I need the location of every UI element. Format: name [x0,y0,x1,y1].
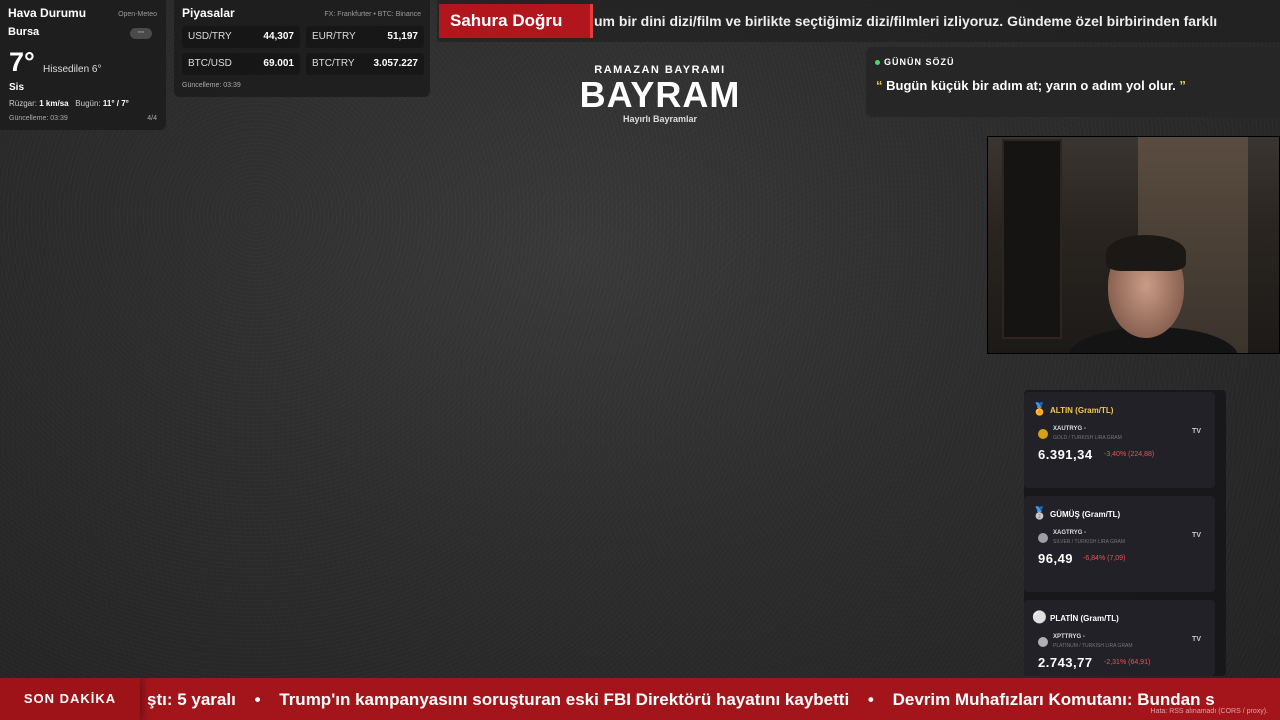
metal-change: -2,31% (64,91) [1104,659,1151,666]
quote-text-line: “ Bugün küçük bir adım at; yarın o adım … [876,78,1186,93]
webcam-person-hair [1106,235,1186,271]
breaking-news-ticker: SON DAKİKA ştı: 5 yaralı • Trump'ın kamp… [0,678,1280,720]
news-item: Devrim Muhafızları Komutanı: Bundan s [892,690,1215,709]
metal-label: GÜMÜŞ (Gram/TL) [1050,510,1121,519]
wind-value: 1 km/sa [39,99,69,108]
bullet-separator-icon: • [254,690,261,709]
market-value: 69.001 [263,58,294,69]
close-quote-icon: ” [1179,78,1186,93]
weather-condition: Sis [9,82,25,93]
weather-temperature: 7° [9,47,35,77]
webcam-feed [987,136,1280,354]
live-dot-icon [875,60,880,66]
today-value: 11° / 7° [102,99,129,108]
top-ticker-badge: Sahura Doğru [439,4,593,38]
quote-heading-text: GÜNÜN SÖZÜ [884,57,955,67]
rss-error-message: Hata: RSS alınamadı (CORS / proxy). [1150,708,1268,715]
metal-price: 96,49 [1038,551,1074,566]
metal-symbol: XAGTRYG ▫ [1053,530,1087,536]
open-quote-icon: “ [876,78,883,93]
gold-medal-icon: 🏅 [1032,402,1047,416]
metals-panel: 🏅 ALTIN (Gram/TL) XAUTRYG ▫ GOLD / TURKI… [1024,390,1226,676]
markets-updated: Güncelleme: 03:39 [182,82,241,89]
metal-change: -6,84% (7,09) [1083,555,1126,562]
metal-card-silver: 🥈 GÜMÜŞ (Gram/TL) XAGTRYG ▫ SILVER / TUR… [1024,496,1215,592]
quote-heading: GÜNÜN SÖZÜ [875,57,955,67]
market-value: 51,197 [387,31,418,42]
metal-symbol: XPTTRYG ▫ [1053,634,1085,640]
news-item: ştı: 5 yaralı [147,690,236,709]
tradingview-logo-icon[interactable]: TV [1192,532,1201,539]
markets-source: FX: Frankfurter • BTC: Binance [324,11,421,18]
silver-medal-icon: 🥈 [1032,506,1047,520]
center-title: RAMAZAN BAYRAMI BAYRAM Hayırlı Bayramlar [560,64,760,124]
platinum-circle-icon: ⚪ [1032,610,1047,624]
center-headline: BAYRAM [579,74,741,115]
tradingview-logo-icon[interactable]: TV [1192,428,1201,435]
market-cell: EUR/TRY 51,197 [306,26,424,48]
market-name: BTC/TRY [312,58,355,69]
metal-card-platinum: ⚪ PLATİN (Gram/TL) XPTTRYG ▫ PLATINUM / … [1024,600,1215,676]
metal-description: SILVER / TURKISH LIRA GRAM [1053,539,1126,545]
gold-coin-icon [1038,429,1048,439]
metal-card-gold: 🏅 ALTIN (Gram/TL) XAUTRYG ▫ GOLD / TURKI… [1024,392,1215,488]
weather-widget: Hava Durumu Open-Meteo Bursa ≈≈ 7° Hisse… [0,0,166,130]
breaking-news-badge: SON DAKİKA [0,678,140,720]
market-cell: BTC/TRY 3.057.227 [306,53,424,75]
metal-description: GOLD / TURKISH LIRA GRAM [1053,435,1122,441]
weather-page-indicator: 4/4 [147,115,157,122]
fog-icon: ≈≈ [130,28,152,39]
quote-of-day: GÜNÜN SÖZÜ “ Bugün küçük bir adım at; ya… [866,47,1280,117]
metal-symbol: XAUTRYG ▫ [1053,426,1086,432]
market-value: 44,307 [263,31,294,42]
metal-label: ALTIN (Gram/TL) [1050,406,1114,415]
top-ticker: Sahura Doğru um bir dini dizi/film ve bi… [437,0,1280,42]
market-cell: USD/TRY 44,307 [182,26,300,48]
quote-text: Bugün küçük bir adım at; yarın o adım yo… [886,78,1176,93]
market-name: USD/TRY [188,31,232,42]
weather-source: Open-Meteo [118,11,157,18]
market-cell: BTC/USD 69.001 [182,53,300,75]
market-name: BTC/USD [188,58,232,69]
market-value: 3.057.227 [373,58,419,69]
metal-description: PLATINUM / TURKISH LIRA GRAM [1053,643,1133,649]
weather-wind-today: Rüzgar: 1 km/sa Bugün: 11° / 7° [9,99,129,108]
metal-price: 2.743,77 [1038,655,1093,670]
platinum-coin-icon [1038,637,1048,647]
metal-price: 6.391,34 [1038,447,1093,462]
bullet-separator-icon: • [867,690,874,709]
breaking-news-text: ştı: 5 yaralı • Trump'ın kampanyasını so… [147,690,1215,710]
weather-feels-like: Hissedilen 6° [43,64,102,75]
silver-coin-icon [1038,533,1048,543]
tradingview-logo-icon[interactable]: TV [1192,636,1201,643]
metal-change: -3,40% (224,88) [1104,451,1155,458]
webcam-door [1002,139,1062,339]
center-subtitle: Hayırlı Bayramlar [622,114,698,124]
markets-widget: Piyasalar FX: Frankfurter • BTC: Binance… [174,0,430,97]
metal-label: PLATİN (Gram/TL) [1050,614,1119,623]
top-ticker-text: um bir dini dizi/film ve birlikte seçtiğ… [594,13,1218,29]
weather-updated: Güncelleme: 03:39 [9,115,68,122]
market-name: EUR/TRY [312,31,356,42]
wind-label: Rüzgar: [9,99,38,108]
today-label: Bugün: [75,99,101,108]
news-item: Trump'ın kampanyasını soruşturan eski FB… [279,690,850,709]
